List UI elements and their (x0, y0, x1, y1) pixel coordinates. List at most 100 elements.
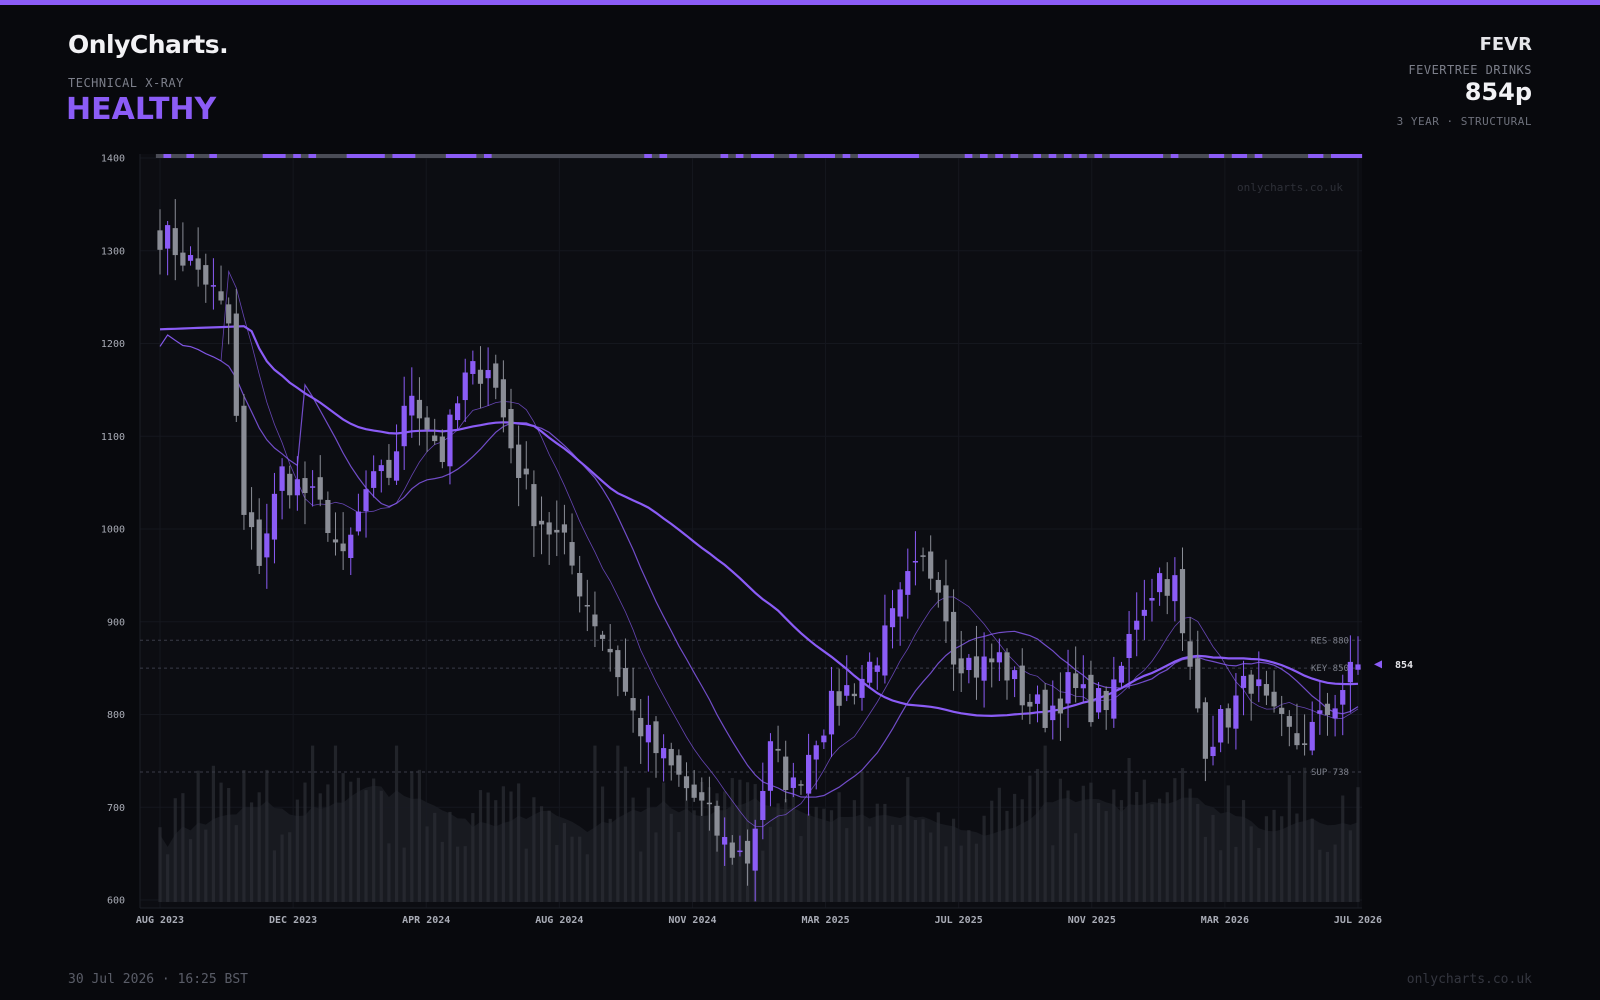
regime-strip-segment (308, 154, 317, 158)
candle-body (928, 551, 934, 579)
volume-bar (654, 832, 658, 902)
candle-body (699, 792, 705, 801)
volume-bar (1005, 810, 1009, 902)
regime-strip-segment (552, 154, 561, 158)
candle-body (1301, 743, 1308, 746)
regime-strip-segment (407, 154, 416, 158)
candle-body (752, 828, 758, 871)
candle-body (271, 493, 278, 540)
regime-strip-segment (201, 154, 210, 158)
volume-bar (1135, 791, 1139, 902)
regime-strip-segment (911, 154, 920, 158)
volume-bar (570, 836, 574, 902)
regime-strip-segment (720, 154, 729, 158)
volume-bar (631, 797, 635, 902)
candle-body (371, 471, 377, 488)
candle-body (645, 724, 651, 743)
candle-body (905, 571, 911, 595)
regime-strip-segment (705, 154, 714, 158)
regime-strip-segment (1117, 154, 1126, 158)
regime-strip-segment (209, 154, 218, 158)
regime-strip-segment (537, 154, 546, 158)
regime-strip-segment (621, 154, 630, 158)
regime-strip-segment (171, 154, 180, 158)
candle-body (279, 466, 285, 491)
volume-bar (166, 854, 170, 902)
candle-body (531, 484, 537, 527)
candle-body (310, 486, 316, 488)
volume-bar (1020, 799, 1024, 902)
candle-body (958, 658, 964, 674)
volume-bar (1165, 792, 1169, 902)
volume-bar (410, 771, 414, 902)
footer-site-link[interactable]: onlycharts.co.uk (1407, 972, 1532, 987)
candle-body (302, 478, 308, 494)
candle-body (1355, 664, 1361, 670)
regime-strip-segment (949, 154, 958, 158)
regime-strip-segment (850, 154, 859, 158)
candle-body (332, 539, 339, 543)
candle-body (935, 579, 941, 593)
volume-bar (1287, 775, 1291, 902)
regime-strip-segment (1338, 154, 1347, 158)
candle-body (1073, 673, 1079, 689)
regime-strip-segment (1063, 154, 1073, 158)
volume-bar (478, 790, 483, 902)
regime-strip-segment (430, 154, 439, 158)
regime-strip-segment (1330, 154, 1340, 158)
volume-bar (440, 841, 444, 902)
regime-strip-segment (659, 154, 668, 158)
candle-body (348, 534, 354, 558)
candle-body (989, 658, 995, 663)
candle-body (1340, 690, 1346, 705)
regime-strip-segment (186, 154, 195, 158)
candle-body (233, 313, 239, 416)
candle-body (1210, 746, 1216, 757)
candle-body (378, 465, 384, 472)
candle-body (1126, 633, 1132, 659)
regime-strip-segment (682, 154, 691, 158)
volume-bar (1089, 782, 1093, 902)
candle-body (1187, 641, 1193, 667)
volume-bar (898, 824, 902, 902)
regime-strip-segment (445, 154, 455, 158)
regime-strip-segment (1163, 154, 1172, 158)
regime-strip-segment (1186, 154, 1195, 158)
regime-strip-segment (216, 154, 226, 158)
volume-bar (1264, 816, 1269, 902)
volume-bar (562, 823, 567, 902)
candle-body (1248, 674, 1254, 694)
plot-background (140, 154, 1362, 908)
candle-body (477, 369, 484, 384)
candle-body (897, 589, 903, 617)
volume-bar (196, 770, 200, 902)
volume-bar (906, 777, 910, 902)
regime-strip-segment (857, 154, 867, 158)
regime-strip-segment (743, 154, 752, 158)
volume-bar (822, 808, 826, 902)
regime-strip-segment (728, 154, 737, 158)
volume-bar (814, 806, 818, 902)
volume-bar (883, 803, 887, 902)
candle-body (943, 585, 949, 622)
volume-bar (845, 828, 849, 902)
volume-bar (1295, 813, 1299, 902)
volume-bar (1310, 818, 1314, 902)
volume-bar (1066, 790, 1070, 902)
candle-body (264, 533, 270, 558)
volume-bar (318, 793, 322, 902)
candle-body (165, 225, 171, 249)
candle-body (691, 784, 697, 798)
candle-body (706, 802, 713, 805)
volume-bar (1127, 757, 1131, 902)
regime-strip-segment (1018, 154, 1027, 158)
regime-strip-segment (415, 154, 424, 158)
regime-strip-segment (957, 154, 966, 158)
volume-bar (997, 787, 1001, 902)
regime-strip-segment (888, 154, 897, 158)
y-tick-label: 1300 (101, 246, 125, 257)
candle-body (157, 230, 163, 250)
regime-strip-segment (835, 154, 844, 158)
regime-strip-segment (1300, 154, 1309, 158)
price-chart[interactable]: onlycharts.co.uk RES 880 KEY 850 SUP 738 6… (0, 0, 1600, 950)
